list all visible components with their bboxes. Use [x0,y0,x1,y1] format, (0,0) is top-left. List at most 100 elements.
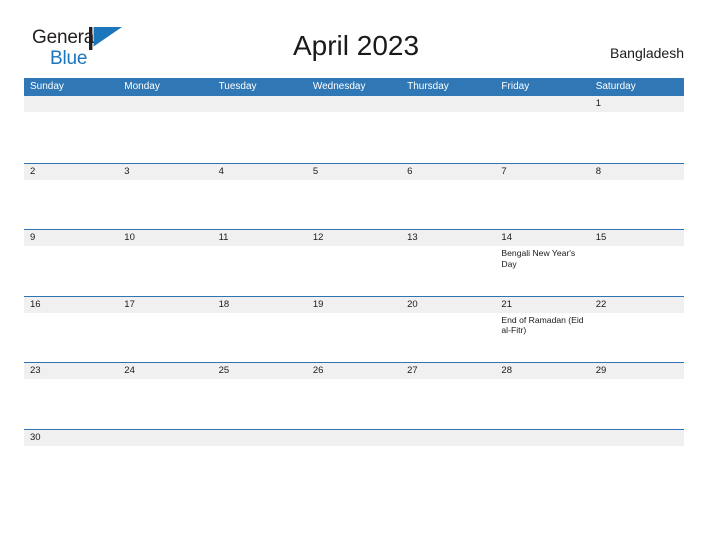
calendar-day-cell[interactable]: 19 [306,296,402,363]
day-number: 13 [401,230,496,246]
day-number [495,96,590,112]
day-number: 2 [24,163,119,180]
weekday-sunday: Sunday [30,81,64,92]
calendar-day-cell-empty [306,429,402,496]
calendar-day-cell-empty [495,96,590,163]
calendar-day-cell[interactable]: 17 [118,296,213,363]
calendar-day-cell[interactable]: 3 [118,163,213,230]
calendar-day-cell[interactable]: 25 [212,363,307,429]
day-number: 9 [24,230,119,246]
weekday-wednesday: Wednesday [312,81,366,92]
calendar-day-cell[interactable]: 18 [212,296,307,363]
calendar-day-cell[interactable]: 28 [495,363,590,429]
calendar-week-row: 1 [24,96,684,163]
calendar-day-cell[interactable]: 4 [212,163,307,230]
weekday-saturday: Saturday [595,81,636,92]
calendar-day-cell[interactable]: 29 [589,363,684,429]
calendar-day-cell-empty [495,429,590,496]
weekday-friday: Friday [501,81,530,92]
day-number: 19 [306,296,402,313]
day-events: Bengali New Year's Day [495,246,589,269]
day-number: 25 [212,363,307,379]
day-number: 10 [118,230,213,246]
day-number: 28 [495,363,590,379]
day-number: 22 [589,296,684,313]
calendar-day-cell-empty [118,429,213,496]
calendar-day-cell-empty [401,96,496,163]
calendar-day-cell-empty [306,96,402,163]
calendar-day-cell[interactable]: 27 [401,363,496,429]
page-header: General Blue April 2023 Bangladesh [0,0,712,72]
calendar-week-row: 9 10 11 12 13 14 Bengali New Year's Day 15 [24,229,684,296]
day-number: 20 [401,296,496,313]
day-number: 21 [495,296,590,313]
calendar-day-cell[interactable]: 5 [306,163,402,230]
day-number: 30 [24,429,119,446]
calendar-week-row: 16 17 18 19 20 21 End of Ramadan (Eid al-Fitr)… [24,295,684,363]
calendar-day-cell[interactable]: 6 [401,163,496,230]
day-number [212,96,307,112]
calendar-day-cell[interactable]: 30 [24,429,119,496]
calendar-week-cells: 9 10 11 12 13 14 Bengali New Year's Day 15 [24,230,684,296]
calendar-day-cell[interactable]: 8 [589,163,684,230]
calendar-week-cells: 2345678 [24,163,684,230]
day-number [306,96,402,112]
day-number: 8 [589,163,684,180]
region-label: Bangladesh [610,45,684,61]
calendar-day-cell[interactable]: 26 [306,363,402,429]
calendar-day-cell-empty [212,429,307,496]
calendar-day-cell[interactable]: 13 [401,230,496,296]
weekday-header-row: Sunday Monday Tuesday Wednesday Thursday… [24,78,684,96]
day-number: 3 [118,163,213,180]
calendar-week-row: 2345678 [24,162,684,230]
day-number: 27 [401,363,496,379]
page-title: April 2023 [292,30,420,61]
calendar-day-cell[interactable]: 16 [24,296,119,363]
calendar-page: General Blue April 2023 Bangladesh Sunda… [0,0,712,550]
day-number [24,96,119,112]
holiday-event: Bengali New Year's Day [501,248,576,269]
day-number: 1 [589,96,684,112]
calendar-day-cell[interactable]: 21 End of Ramadan (Eid al-Fitr) [495,296,590,363]
day-number: 16 [24,296,119,313]
day-number [212,429,307,446]
calendar-day-cell[interactable]: 2 [24,163,119,230]
calendar-day-cell-empty [24,96,119,163]
day-events: End of Ramadan (Eid al-Fitr) [495,313,589,336]
day-number [401,96,496,112]
day-number: 7 [495,163,590,180]
calendar-week-row: 23 24 25 26 27 28 29 [24,362,684,429]
calendar-day-cell[interactable]: 12 [306,230,402,296]
calendar-day-cell[interactable]: 24 [118,363,213,429]
calendar-day-cell-empty [589,429,684,496]
day-number: 23 [24,363,119,379]
day-number: 24 [118,363,213,379]
calendar-day-cell[interactable]: 23 [24,363,119,429]
calendar-day-cell[interactable]: 11 [212,230,307,296]
calendar-day-cell[interactable]: 15 [589,230,684,296]
day-number: 5 [306,163,402,180]
calendar-day-cell[interactable]: 10 [118,230,213,296]
day-number: 18 [212,296,307,313]
calendar-day-cell-empty [212,96,307,163]
calendar-grid: Sunday Monday Tuesday Wednesday Thursday… [24,78,684,495]
calendar-day-cell[interactable]: 9 [24,230,119,296]
calendar-day-cell-empty [118,96,213,163]
calendar-day-cell[interactable]: 20 [401,296,496,363]
weekday-monday: Monday [124,81,160,92]
weekday-thursday: Thursday [407,81,449,92]
calendar-day-cell[interactable]: 7 [495,163,590,230]
day-number [118,429,213,446]
day-number: 6 [401,163,496,180]
day-number: 15 [589,230,684,246]
calendar-day-cell-empty [401,429,496,496]
day-number [306,429,402,446]
calendar-week-cells: 16 17 18 19 20 21 End of Ramadan (Eid al-Fitr)… [24,296,684,363]
day-number: 14 [495,230,590,246]
calendar-day-cell[interactable]: 14 Bengali New Year's Day [495,230,590,296]
calendar-weeks: 1 2 3 4 5 6 7 8 9 10 11 12 13 14 Bengali New Year's Da… [24,96,684,495]
day-number: 4 [212,163,307,180]
calendar-week-row: 30 [24,428,684,496]
calendar-day-cell[interactable]: 1 [589,96,684,163]
calendar-day-cell[interactable]: 22 [589,296,684,363]
